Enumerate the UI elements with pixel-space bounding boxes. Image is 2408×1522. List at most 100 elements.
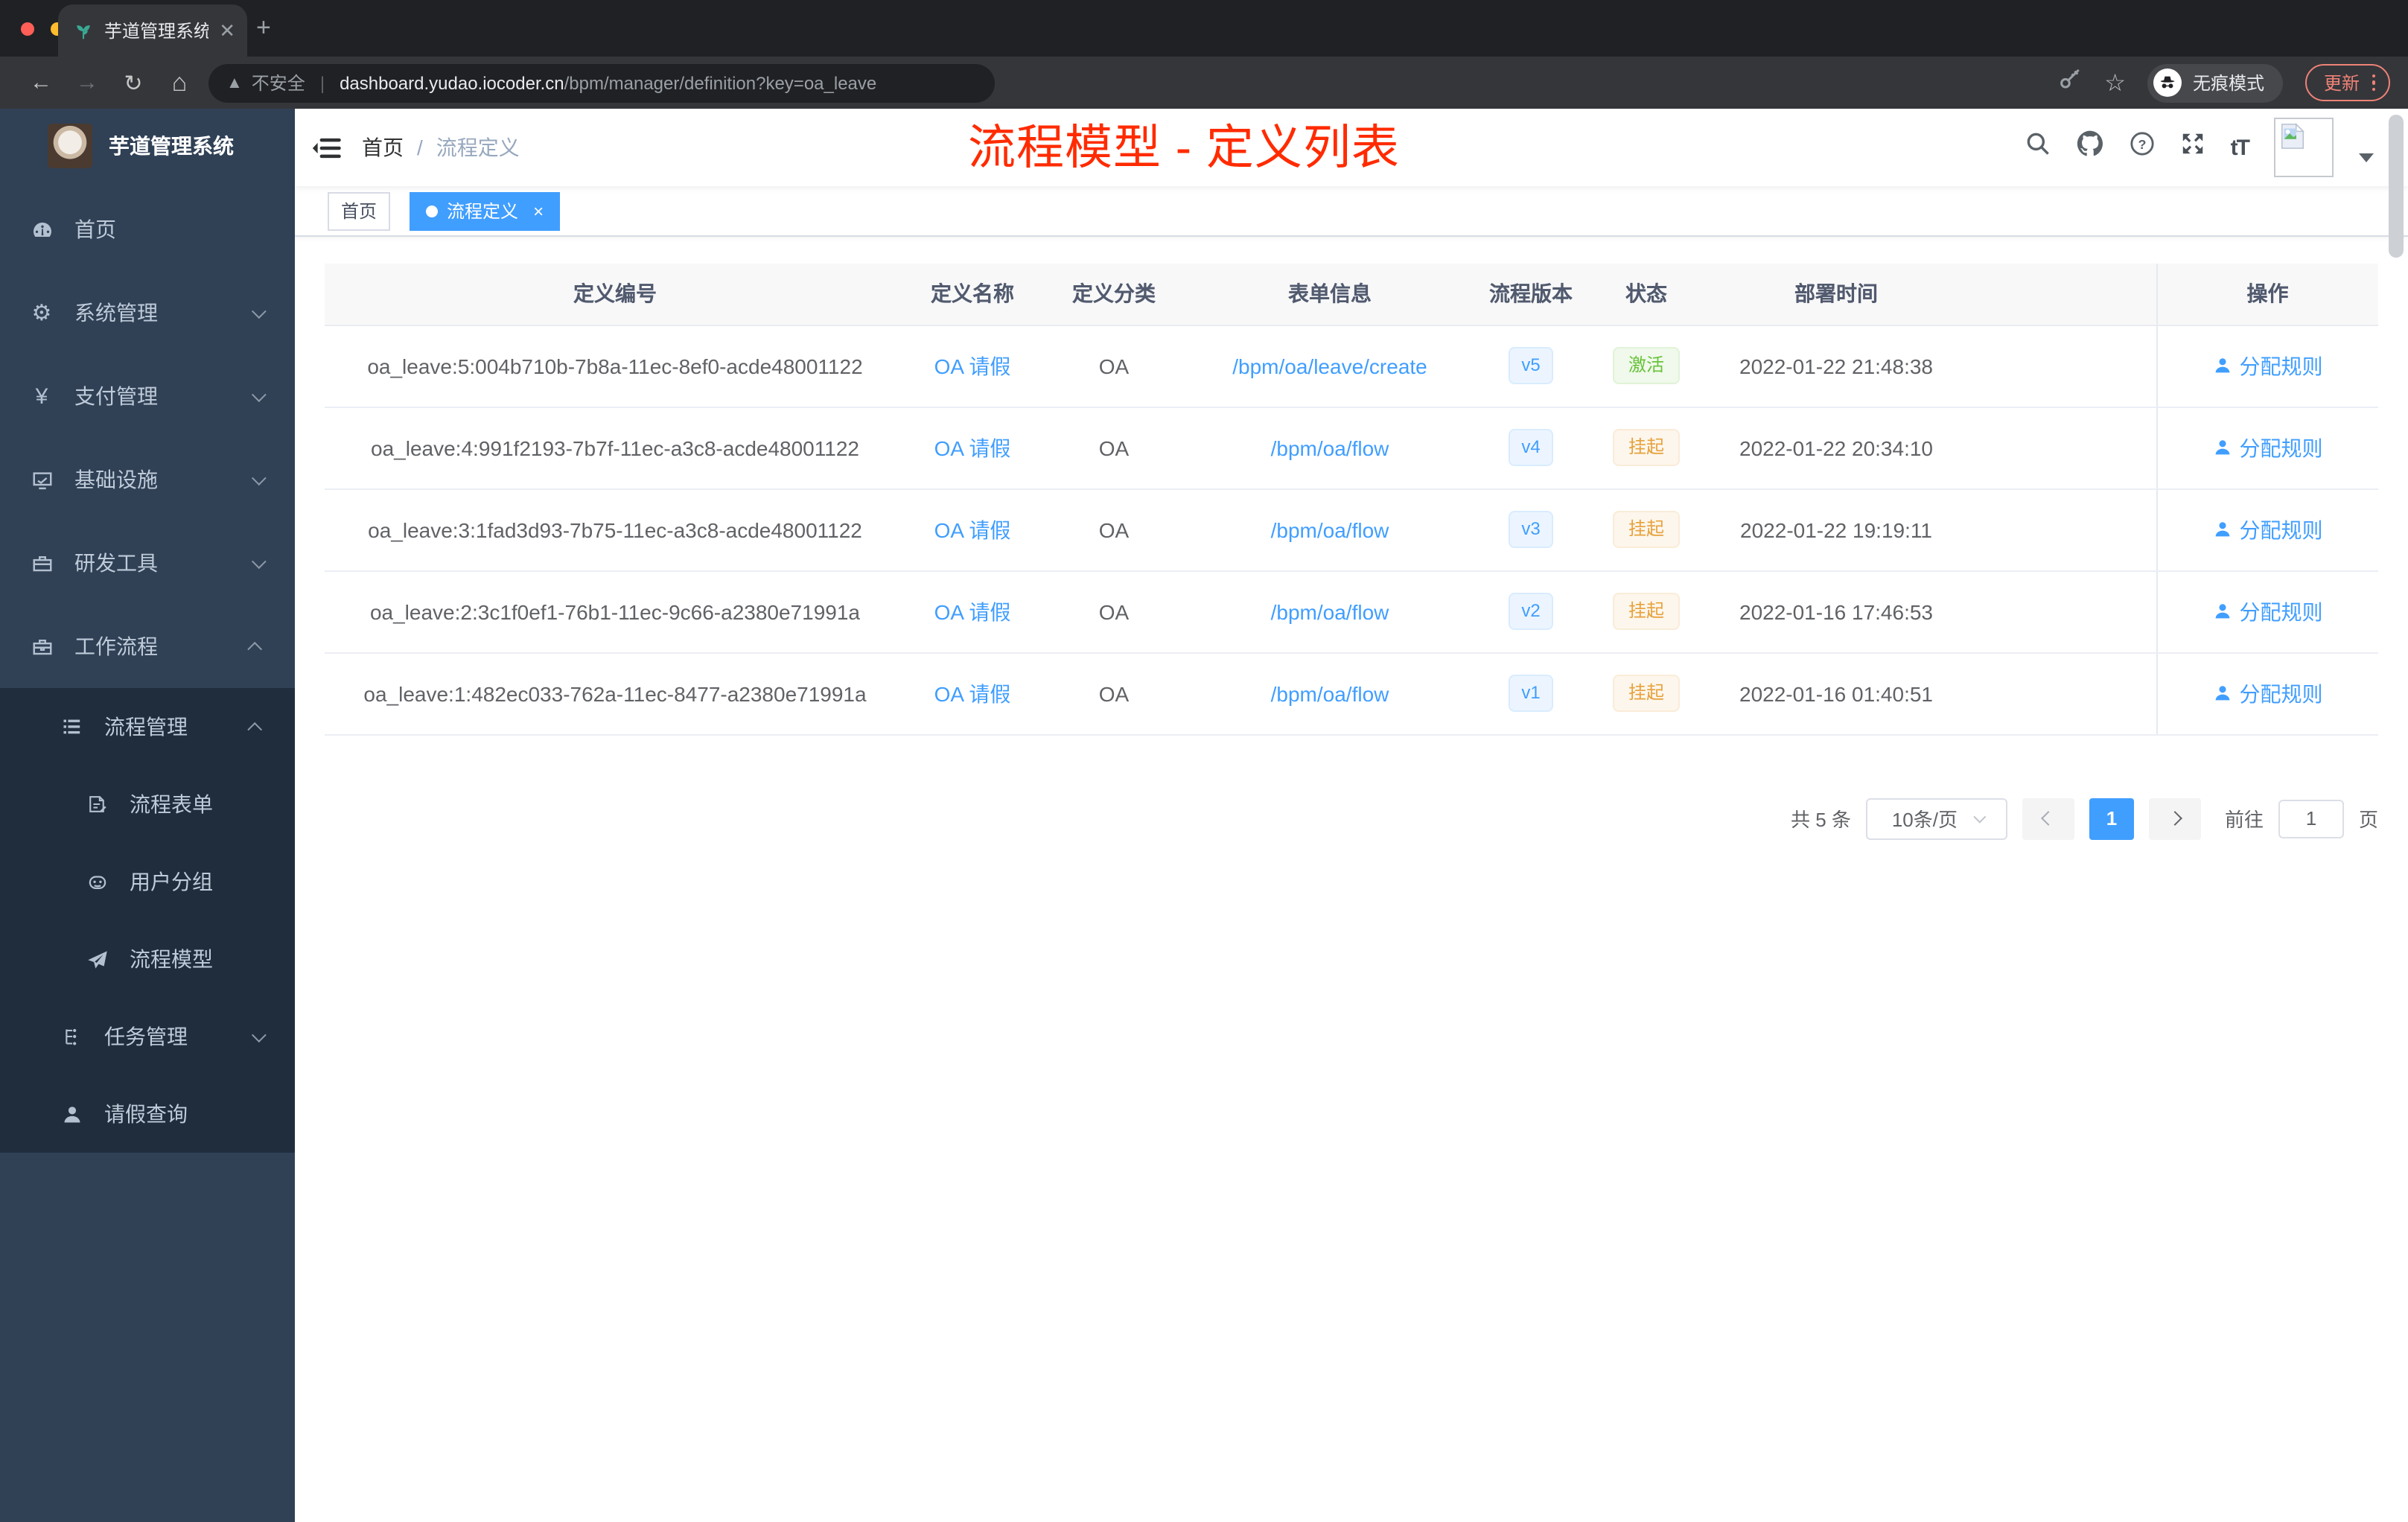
sidebar-item-首页[interactable]: 首页 bbox=[0, 188, 295, 271]
cell-definition-id: oa_leave:4:991f2193-7b7f-11ec-a3c8-acde4… bbox=[325, 407, 905, 489]
form-link[interactable]: /bpm/oa/flow bbox=[1271, 681, 1389, 705]
assign-rule-button[interactable]: 分配规则 bbox=[2213, 596, 2323, 626]
assign-rule-button[interactable]: 分配规则 bbox=[2213, 351, 2323, 380]
column-header-定义编号: 定义编号 bbox=[325, 264, 905, 325]
column-header-流程版本: 流程版本 bbox=[1471, 264, 1590, 325]
sidebar-item-label: 工作流程 bbox=[74, 634, 158, 658]
page-size-select[interactable]: 10条/页 bbox=[1865, 797, 2007, 839]
home-icon[interactable]: ⌂ bbox=[156, 68, 203, 98]
status-badge: 激活 bbox=[1613, 347, 1679, 384]
version-tag: v3 bbox=[1508, 511, 1554, 548]
sidebar-item-基础设施[interactable]: 基础设施 bbox=[0, 438, 295, 521]
font-size-icon[interactable]: tT bbox=[2231, 135, 2250, 160]
cell-status: 挂起 bbox=[1590, 488, 1702, 571]
form-link[interactable]: /bpm/oa/flow bbox=[1271, 436, 1389, 459]
sidebar-subitem-流程模型[interactable]: 流程模型 bbox=[0, 920, 295, 998]
cell-status: 挂起 bbox=[1590, 407, 1702, 489]
definition-table: 定义编号 定义名称 定义分类 表单信息 流程版本 状态 部署时间 操作 oa_leave:5:… bbox=[325, 264, 2378, 735]
help-icon[interactable]: ? bbox=[2130, 131, 2155, 164]
tag-流程定义[interactable]: 流程定义 × bbox=[410, 191, 561, 230]
pagination-total: 共 5 条 bbox=[1791, 809, 1851, 831]
breadcrumb-home[interactable]: 首页 bbox=[362, 133, 404, 162]
definition-name-link[interactable]: OA 请假 bbox=[934, 681, 1011, 705]
cell-filler bbox=[1970, 570, 2156, 653]
close-window-button[interactable] bbox=[21, 22, 34, 35]
chevron-down-icon bbox=[251, 1027, 267, 1042]
cell-actions: 分配规则 bbox=[2156, 488, 2378, 571]
cell-definition-id: oa_leave:5:004b710b-7b8a-11ec-8ef0-acde4… bbox=[325, 325, 905, 407]
browser-tab[interactable]: 芋道管理系统 ✕ bbox=[58, 4, 247, 57]
definition-name-link[interactable]: OA 请假 bbox=[934, 599, 1011, 623]
next-page-button[interactable] bbox=[2148, 797, 2201, 839]
avatar-caret-icon[interactable] bbox=[2359, 153, 2374, 162]
form-link[interactable]: /bpm/oa/flow bbox=[1271, 518, 1389, 541]
scrollbar-thumb[interactable] bbox=[2389, 115, 2404, 258]
cell-status: 挂起 bbox=[1590, 652, 1702, 735]
table-header: 定义编号 定义名称 定义分类 表单信息 流程版本 状态 部署时间 操作 bbox=[325, 264, 2378, 325]
bookmark-star-icon[interactable]: ☆ bbox=[2104, 68, 2126, 98]
tag-label: 流程定义 bbox=[447, 201, 519, 222]
cell-form: /bpm/oa/flow bbox=[1188, 488, 1471, 571]
avatar[interactable] bbox=[2274, 118, 2334, 177]
sidebar-subitem-请假查询[interactable]: 请假查询 bbox=[0, 1075, 295, 1153]
reload-icon[interactable]: ↻ bbox=[110, 69, 156, 96]
url-domain: dashboard.yudao.iocoder.cn bbox=[340, 72, 564, 93]
assign-rule-button[interactable]: 分配规则 bbox=[2213, 678, 2323, 708]
current-page-button[interactable]: 1 bbox=[2089, 797, 2134, 839]
search-icon[interactable] bbox=[2025, 131, 2051, 164]
sidebar-item-研发工具[interactable]: 研发工具 bbox=[0, 521, 295, 605]
tag-active-dot bbox=[426, 205, 439, 217]
cell-version: v3 bbox=[1471, 488, 1590, 571]
definition-name-link[interactable]: OA 请假 bbox=[934, 518, 1011, 541]
robot-icon bbox=[85, 870, 109, 893]
column-header-部署时间: 部署时间 bbox=[1702, 264, 1970, 325]
sidebar-logo[interactable]: 芋道管理系统 bbox=[0, 109, 295, 183]
column-header-操作: 操作 bbox=[2156, 264, 2378, 325]
assign-rule-button[interactable]: 分配规则 bbox=[2213, 515, 2323, 544]
svg-text:?: ? bbox=[2138, 137, 2146, 152]
sidebar-fold-icon[interactable] bbox=[313, 136, 341, 159]
fullscreen-icon[interactable] bbox=[2180, 131, 2205, 164]
update-button[interactable]: 更新 bbox=[2305, 64, 2390, 101]
sidebar-subitem-任务管理[interactable]: 任务管理 bbox=[0, 998, 295, 1075]
back-icon[interactable]: ← bbox=[18, 70, 64, 95]
definition-name-link[interactable]: OA 请假 bbox=[934, 354, 1011, 378]
list-icon bbox=[60, 716, 83, 737]
briefcase-icon bbox=[30, 635, 54, 657]
cell-status: 激活 bbox=[1590, 325, 1702, 407]
cell-deploy-time: 2022-01-16 17:46:53 bbox=[1702, 570, 1970, 653]
assign-rule-button[interactable]: 分配规则 bbox=[2213, 433, 2323, 462]
cell-version: v4 bbox=[1471, 407, 1590, 489]
sidebar-subitem-用户分组[interactable]: 用户分组 bbox=[0, 843, 295, 920]
form-link[interactable]: /bpm/oa/flow bbox=[1271, 599, 1389, 623]
address-bar[interactable]: ▲ 不安全 | dashboard.yudao.iocoder.cn/bpm/m… bbox=[208, 63, 995, 102]
key-icon[interactable] bbox=[2058, 67, 2082, 98]
sidebar-subitem-流程管理[interactable]: 流程管理 bbox=[0, 688, 295, 765]
column-header-状态: 状态 bbox=[1590, 264, 1702, 325]
yen-icon: ¥ bbox=[35, 383, 48, 409]
tag-首页[interactable]: 首页 bbox=[328, 191, 391, 230]
tab-close-icon[interactable]: ✕ bbox=[219, 21, 235, 40]
chevron-down-icon bbox=[251, 303, 267, 319]
sidebar-item-支付管理[interactable]: ¥ 支付管理 bbox=[0, 354, 295, 438]
browser-menu-icon[interactable] bbox=[2372, 74, 2375, 92]
form-link[interactable]: /bpm/oa/leave/create bbox=[1232, 354, 1427, 378]
github-icon[interactable] bbox=[2076, 130, 2104, 165]
goto-page-input[interactable] bbox=[2278, 799, 2344, 838]
cell-actions: 分配规则 bbox=[2156, 325, 2378, 407]
update-label: 更新 bbox=[2323, 73, 2360, 94]
cell-definition-id: oa_leave:2:3c1f0ef1-76b1-11ec-9c66-a2380… bbox=[325, 570, 905, 653]
sidebar-item-系统管理[interactable]: ⚙ 系统管理 bbox=[0, 271, 295, 354]
sidebar-item-工作流程[interactable]: 工作流程 bbox=[0, 605, 295, 688]
cell-filler bbox=[1970, 325, 2156, 407]
new-tab-button[interactable]: + bbox=[256, 13, 271, 43]
sidebar-item-label: 基础设施 bbox=[74, 468, 158, 491]
page-content: 定义编号 定义名称 定义分类 表单信息 流程版本 状态 部署时间 操作 oa_leave:5:… bbox=[295, 237, 2408, 1522]
tag-close-icon[interactable]: × bbox=[533, 200, 544, 221]
navbar: 首页 / 流程定义 流程模型 - 定义列表 ? tT bbox=[295, 109, 2408, 186]
forward-icon[interactable]: → bbox=[64, 70, 110, 95]
sidebar-subitem-流程表单[interactable]: 流程表单 bbox=[0, 765, 295, 843]
definition-name-link[interactable]: OA 请假 bbox=[934, 436, 1011, 459]
cell-version: v2 bbox=[1471, 570, 1590, 653]
prev-page-button[interactable] bbox=[2022, 797, 2074, 839]
